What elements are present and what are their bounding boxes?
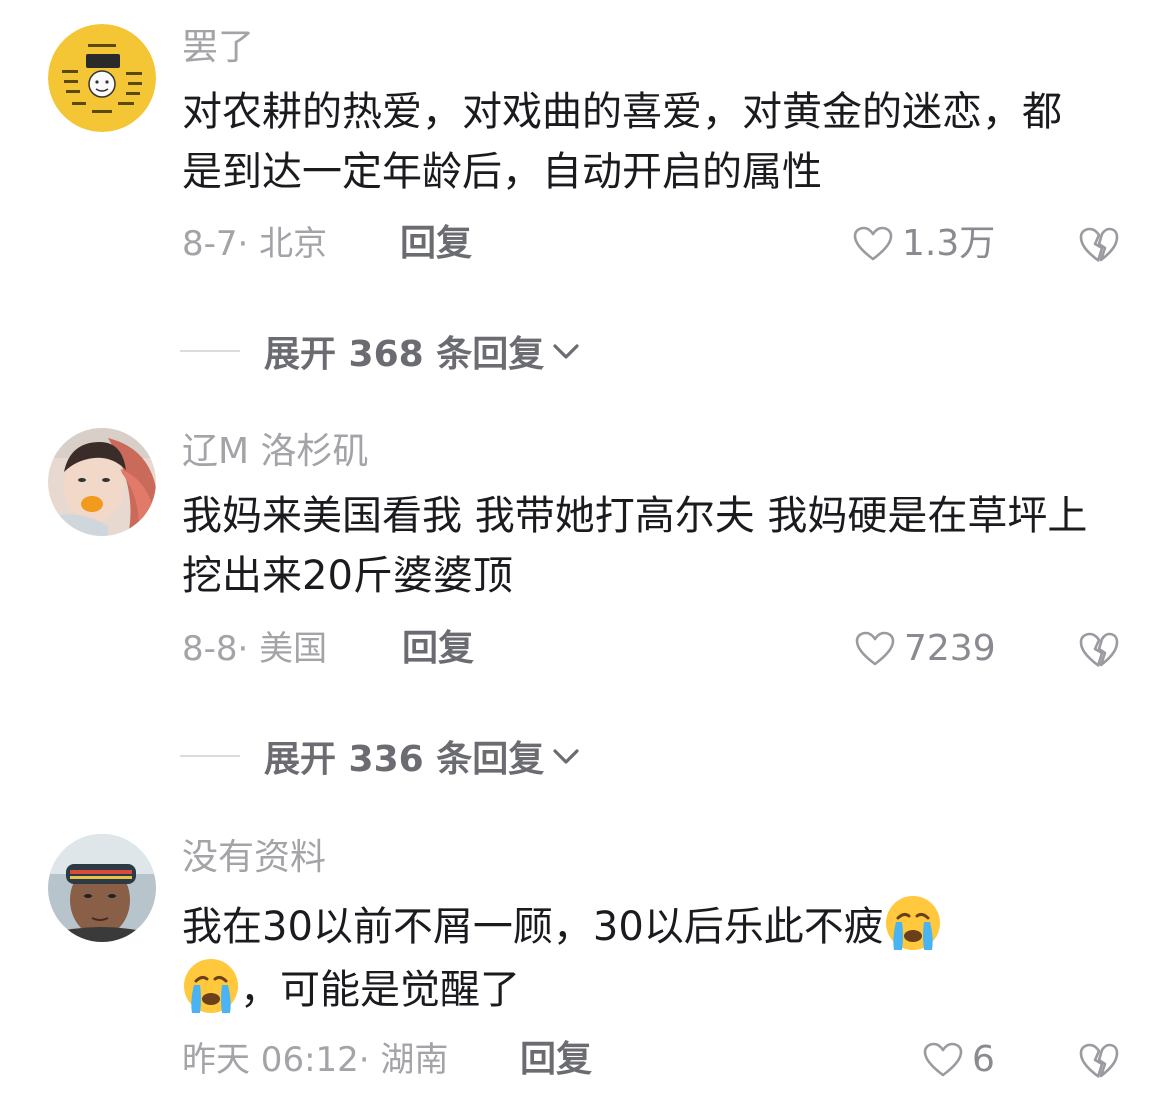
like-button[interactable]: 7239 (854, 627, 996, 671)
like-button[interactable]: 6 (922, 1038, 995, 1082)
expand-replies-label: 展开 336 条回复 (264, 739, 545, 780)
comment-meta: 昨天 06:12· 湖南 (182, 1040, 449, 1080)
avatar-image (48, 24, 156, 132)
broken-heart-icon (1079, 1043, 1119, 1079)
heart-outline-icon (853, 226, 893, 261)
reply-button[interactable]: 回复 (520, 1038, 592, 1082)
broken-heart-icon (1079, 632, 1119, 668)
like-count: 1.3万 (902, 223, 996, 264)
chevron-down-icon (553, 344, 579, 359)
crying-face-emoji (184, 959, 238, 1013)
crying-face-emoji (885, 896, 940, 950)
dislike-button[interactable] (1078, 630, 1120, 670)
reply-button[interactable]: 回复 (400, 222, 472, 266)
avatar-image (48, 428, 156, 536)
comment-text: 我在30以前不屑一顾，30以后乐此不疲 ，可能是觉醒了 (182, 894, 1082, 1020)
comment-text: 对农耕的热爱，对戏曲的喜爱，对黄金的迷恋，都是到达一定年龄后，自动开启的属性 (182, 89, 1062, 195)
expand-replies-label: 展开 368 条回复 (264, 334, 545, 375)
expand-replies-button[interactable]: 展开 368 条回复 (180, 326, 582, 376)
like-button[interactable]: 1.3万 (852, 222, 995, 266)
chevron-down-icon (553, 749, 579, 764)
dislike-button[interactable] (1078, 1041, 1120, 1081)
avatar[interactable] (48, 428, 156, 536)
expand-replies-button[interactable]: 展开 336 条回复 (180, 731, 582, 781)
heart-outline-icon (855, 631, 895, 666)
comment-text: 我妈来美国看我 我带她打高尔夫 我妈硬是在草坪上挖出来20斤婆婆顶 (182, 493, 1088, 599)
comment-text-part: ，可能是觉醒了 (240, 967, 520, 1013)
comment-meta: 8-7· 北京 (182, 224, 328, 264)
expand-divider (180, 755, 240, 757)
avatar[interactable] (48, 24, 156, 132)
avatar[interactable] (48, 834, 156, 942)
like-count: 6 (972, 1039, 995, 1080)
username[interactable]: 没有资料 (182, 836, 326, 880)
dislike-button[interactable] (1078, 225, 1120, 265)
broken-heart-icon (1079, 227, 1119, 263)
comment-meta: 8-8· 美国 (182, 629, 328, 669)
like-count: 7239 (904, 628, 996, 669)
heart-outline-icon (923, 1042, 963, 1077)
expand-divider (180, 350, 240, 352)
username[interactable]: 辽M 洛杉矶 (182, 430, 369, 474)
username[interactable]: 罢了 (182, 26, 254, 70)
reply-button[interactable]: 回复 (402, 627, 474, 671)
comment-text-part: 我在30以前不屑一顾，30以后乐此不疲 (182, 904, 884, 950)
avatar-image (48, 834, 156, 942)
